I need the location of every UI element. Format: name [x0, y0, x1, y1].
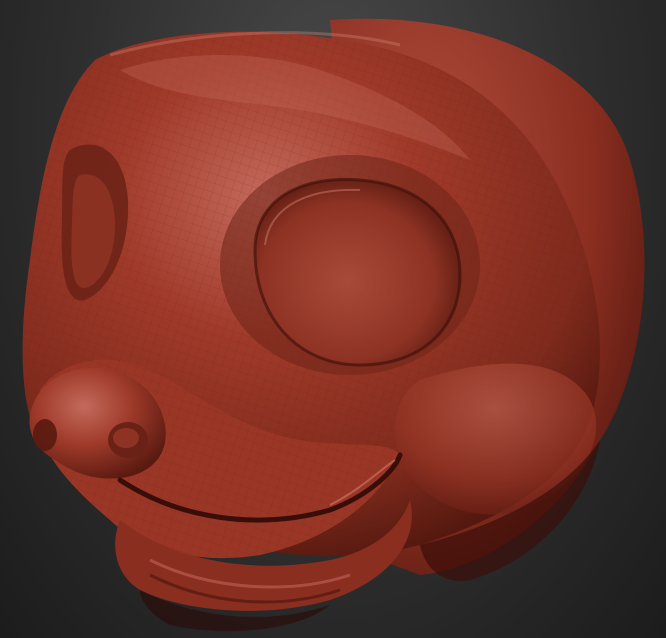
sculpt-render [22, 18, 645, 632]
zbrush-viewport[interactable] [0, 0, 666, 638]
nostril-left [33, 419, 57, 451]
